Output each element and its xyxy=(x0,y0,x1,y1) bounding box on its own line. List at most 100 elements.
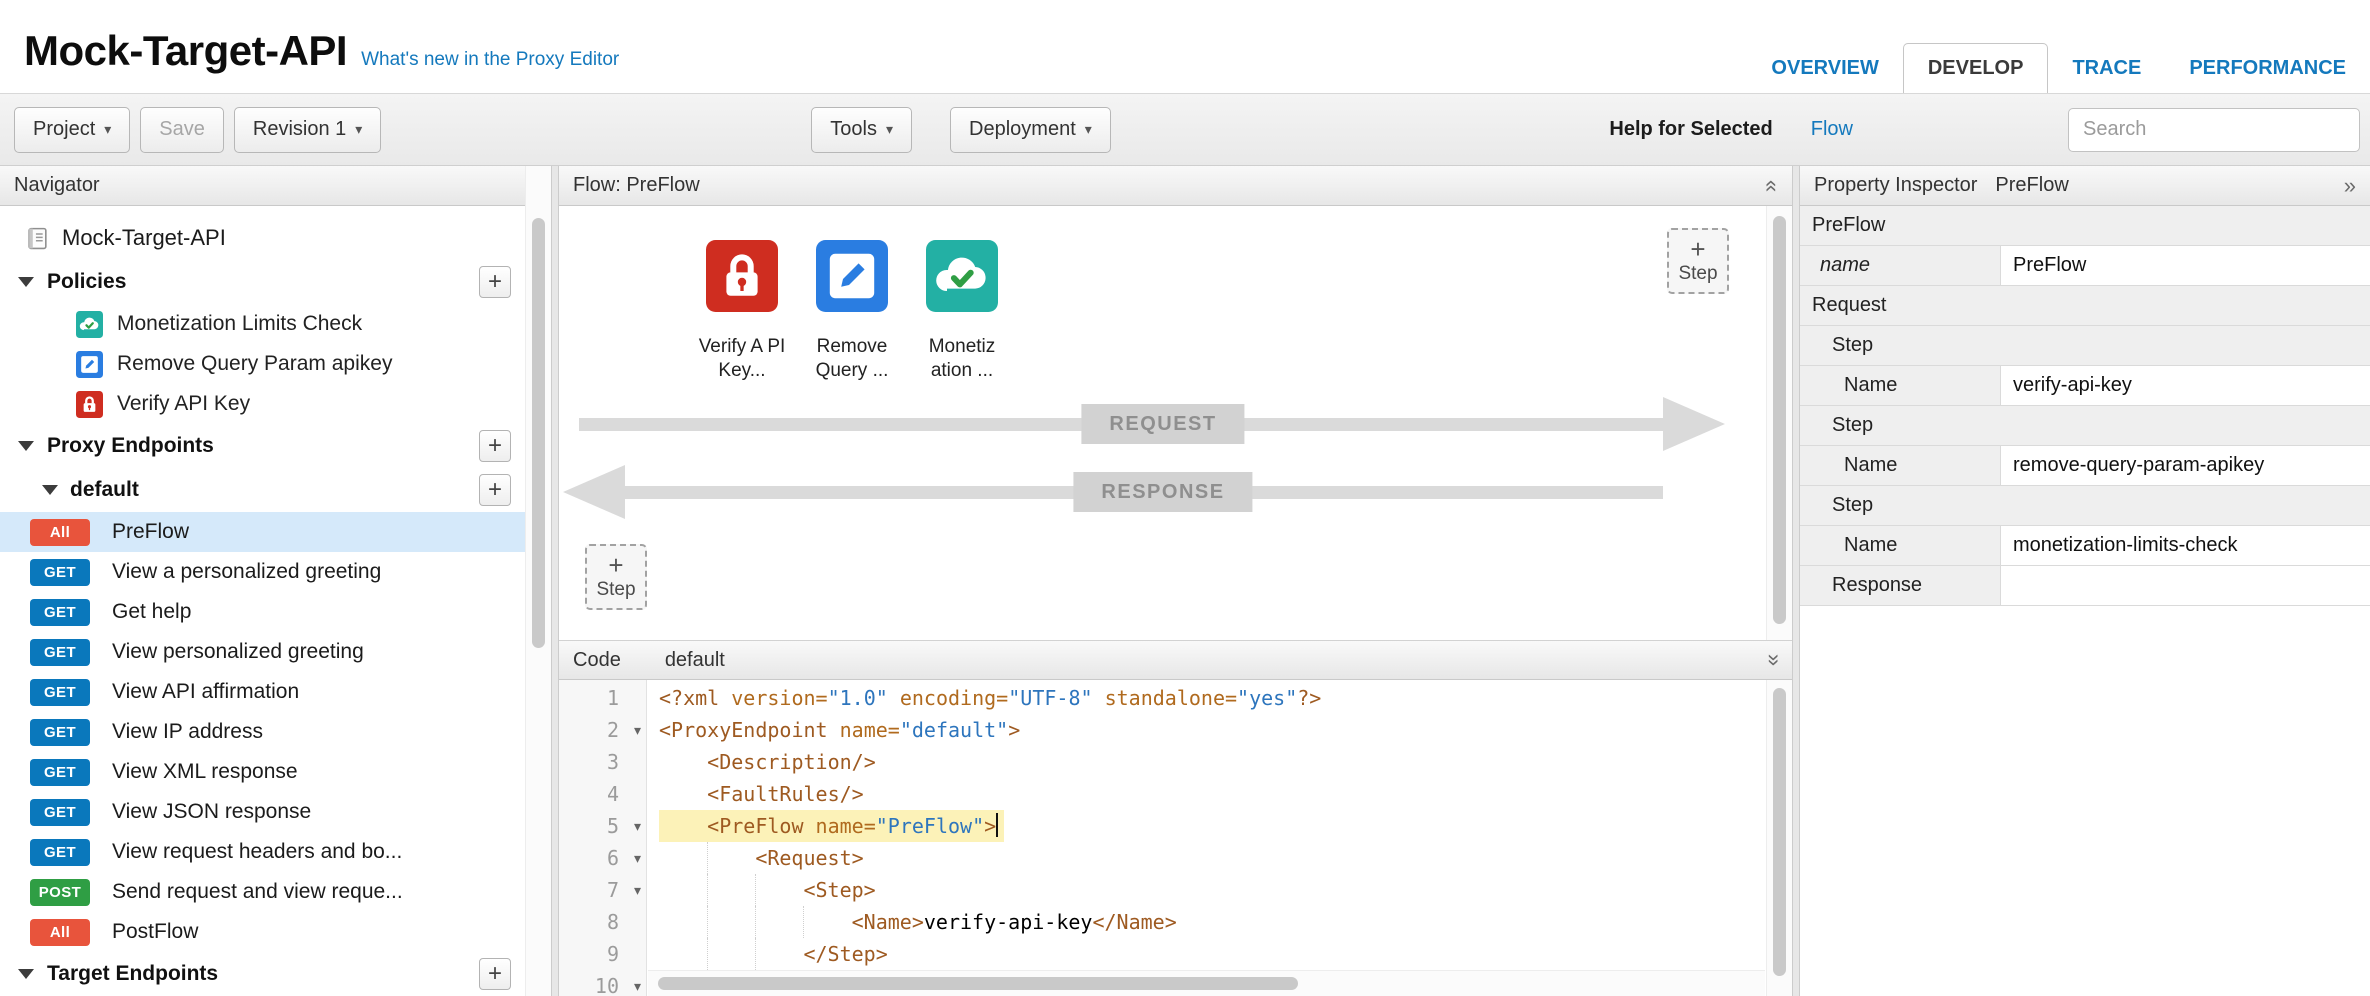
panel-divider[interactable] xyxy=(1793,166,1800,996)
code-file-tab[interactable]: default xyxy=(665,649,725,672)
inspector-value-cell[interactable]: verify-api-key xyxy=(2000,366,2370,405)
verify-api-key-policy-icon xyxy=(706,240,778,317)
fold-toggle-icon[interactable]: ▾ xyxy=(634,874,641,906)
line-number: 4 xyxy=(559,778,647,810)
nav-policy-monetization-limits-check[interactable]: Monetization Limits Check xyxy=(0,304,551,344)
collapse-flow-icon[interactable]: « xyxy=(1761,179,1783,191)
line-number: 1 xyxy=(559,682,647,714)
navigator-title: Navigator xyxy=(14,174,100,197)
flow-canvas[interactable]: Verify A PI Key...Remove Query ...Moneti… xyxy=(559,206,1792,640)
inspector-section-label: Step xyxy=(1800,486,2370,525)
inspector-value-cell[interactable]: monetization-limits-check xyxy=(2000,526,2370,565)
code-line[interactable]: 8<Name>verify-api-key</Name> xyxy=(559,906,1792,938)
tab-overview[interactable]: OVERVIEW xyxy=(1747,44,1902,93)
inspector-row: Response xyxy=(1800,566,2370,606)
fold-toggle-icon[interactable]: ▾ xyxy=(634,810,641,842)
code-header: Code default « xyxy=(559,640,1792,680)
code-horizontal-scrollbar[interactable] xyxy=(658,977,1298,990)
nav-flow-view-request-headers-and-bo[interactable]: GETView request headers and bo... xyxy=(0,832,551,872)
method-badge-get: GET xyxy=(30,719,90,746)
tab-performance[interactable]: PERFORMANCE xyxy=(2165,44,2370,93)
search-input[interactable] xyxy=(2068,108,2360,152)
nav-flow-view-json-response[interactable]: GETView JSON response xyxy=(0,792,551,832)
nav-flow-preflow[interactable]: AllPreFlow xyxy=(0,512,551,552)
nav-flow-view-a-personalized-greeting[interactable]: GETView a personalized greeting xyxy=(0,552,551,592)
code-line[interactable]: 3<Description/> xyxy=(559,746,1792,778)
inspector-value-cell[interactable]: PreFlow xyxy=(2000,246,2370,285)
navigator-root-label: Mock-Target-API xyxy=(62,225,226,251)
api-proxy-icon xyxy=(24,225,51,252)
revision-button[interactable]: Revision 1 ▾ xyxy=(234,107,381,153)
code-line[interactable]: 5▾<PreFlow name="PreFlow"> xyxy=(559,810,1792,842)
navigator-root-item[interactable]: Mock-Target-API xyxy=(0,216,551,260)
line-number: 3 xyxy=(559,746,647,778)
nav-section-proxy-endpoints[interactable]: Proxy Endpoints+ xyxy=(0,424,551,468)
nav-flow-view-api-affirmation[interactable]: GETView API affirmation xyxy=(0,672,551,712)
nav-endpoint-default[interactable]: default+ xyxy=(0,468,551,512)
deployment-button[interactable]: Deployment ▾ xyxy=(950,107,1111,153)
tab-trace[interactable]: TRACE xyxy=(2048,44,2165,93)
flow-policy-monetiz-ation[interactable]: Monetiz ation ... xyxy=(911,240,1013,383)
inspector-key-cell: Response xyxy=(1800,566,2000,605)
title-area: Mock-Target-API What's new in the Proxy … xyxy=(24,27,619,93)
code-line[interactable]: 2▾<ProxyEndpoint name="default"> xyxy=(559,714,1792,746)
project-button[interactable]: Project ▾ xyxy=(14,107,130,153)
save-button-label: Save xyxy=(159,118,205,141)
code-editor[interactable]: 1<?xml version="1.0" encoding="UTF-8" st… xyxy=(559,680,1792,996)
navigator-scrollbar[interactable] xyxy=(532,218,545,648)
tools-button[interactable]: Tools ▾ xyxy=(811,107,912,153)
nav-flow-view-xml-response[interactable]: GETView XML response xyxy=(0,752,551,792)
add-step-response-button[interactable]: + Step xyxy=(585,544,647,610)
code-line[interactable]: 6▾<Request> xyxy=(559,842,1792,874)
nav-flow-send-request-and-view-reque[interactable]: POSTSend request and view reque... xyxy=(0,872,551,912)
code-line[interactable]: 7▾<Step> xyxy=(559,874,1792,906)
triangle-down-icon xyxy=(42,485,58,495)
navigator-header: Navigator « xyxy=(0,166,551,206)
fold-toggle-icon[interactable]: ▾ xyxy=(634,714,641,746)
save-button[interactable]: Save xyxy=(140,107,224,153)
expand-inspector-icon[interactable]: » xyxy=(2344,175,2356,197)
method-badge-get: GET xyxy=(30,599,90,626)
inspector-row: Nameremove-query-param-apikey xyxy=(1800,446,2370,486)
nav-section-policies[interactable]: Policies+ xyxy=(0,260,551,304)
add-proxy-endpoints-button[interactable]: + xyxy=(479,430,511,462)
fold-toggle-icon[interactable]: ▾ xyxy=(634,842,641,874)
whats-new-link[interactable]: What's new in the Proxy Editor xyxy=(361,49,619,71)
flow-canvas-scrollbar[interactable] xyxy=(1773,216,1786,624)
add-step-request-button[interactable]: + Step xyxy=(1667,228,1729,294)
add-flow-button[interactable]: + xyxy=(479,474,511,506)
help-flow-link[interactable]: Flow xyxy=(1811,118,1853,141)
line-number: 2▾ xyxy=(559,714,647,746)
inspector-value-cell[interactable]: remove-query-param-apikey xyxy=(2000,446,2370,485)
nav-policy-remove-query-param-apikey[interactable]: Remove Query Param apikey xyxy=(0,344,551,384)
response-arrow-icon xyxy=(563,465,625,519)
nav-flow-postflow[interactable]: AllPostFlow xyxy=(0,912,551,952)
inspector-value-cell[interactable] xyxy=(2000,566,2370,605)
fold-toggle-icon[interactable]: ▾ xyxy=(634,970,641,996)
flow-policy-verify-a-pi-key[interactable]: Verify A PI Key... xyxy=(691,240,793,383)
nav-flow-view-personalized-greeting[interactable]: GETView personalized greeting xyxy=(0,632,551,672)
monetization-limits-policy-icon xyxy=(76,311,103,338)
panel-divider[interactable] xyxy=(552,166,559,996)
nav-section-target-endpoints[interactable]: Target Endpoints+ xyxy=(0,952,551,996)
inspector-row: Step xyxy=(1800,406,2370,446)
flow-policy-remove-query[interactable]: Remove Query ... xyxy=(801,240,903,383)
inspector-key-cell: Name xyxy=(1800,526,2000,565)
property-inspector-panel: Property Inspector PreFlow » PreFlowname… xyxy=(1800,166,2370,996)
code-line[interactable]: 1<?xml version="1.0" encoding="UTF-8" st… xyxy=(559,682,1792,714)
nav-flow-get-help[interactable]: GETGet help xyxy=(0,592,551,632)
code-line[interactable]: 4<FaultRules/> xyxy=(559,778,1792,810)
tab-develop[interactable]: DEVELOP xyxy=(1903,43,2049,93)
property-inspector-context: PreFlow xyxy=(1995,174,2068,197)
code-line[interactable]: 9</Step> xyxy=(559,938,1792,970)
collapse-code-icon[interactable]: « xyxy=(1761,654,1783,666)
add-target-endpoints-button[interactable]: + xyxy=(479,958,511,990)
flow-header: Flow: PreFlow « xyxy=(559,166,1792,206)
help-for-selected-label: Help for Selected xyxy=(1609,118,1772,141)
line-number: 8 xyxy=(559,906,647,938)
nav-policy-verify-api-key[interactable]: Verify API Key xyxy=(0,384,551,424)
nav-flow-view-ip-address[interactable]: GETView IP address xyxy=(0,712,551,752)
request-arrow-icon xyxy=(1663,397,1725,451)
add-policies-button[interactable]: + xyxy=(479,266,511,298)
code-vertical-scrollbar[interactable] xyxy=(1773,688,1786,976)
